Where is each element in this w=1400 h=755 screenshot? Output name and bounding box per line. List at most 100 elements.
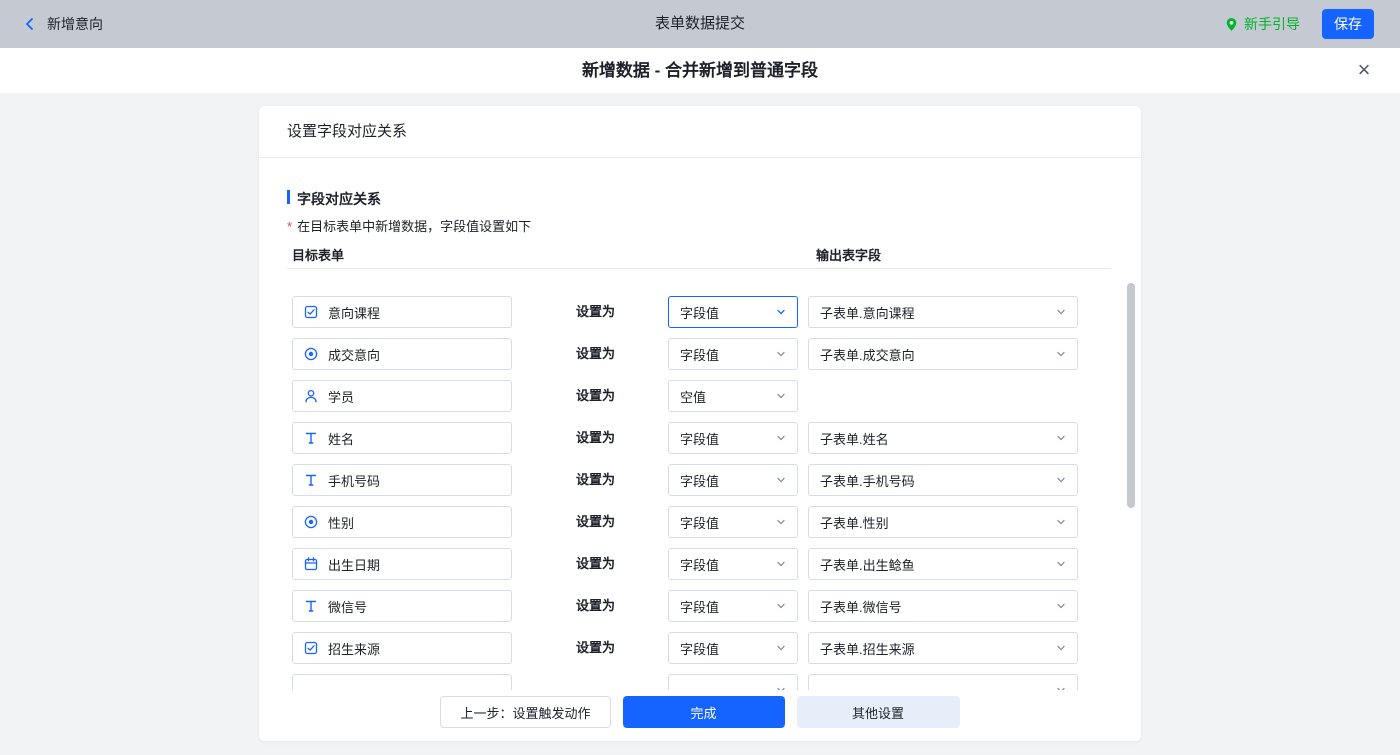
text-icon	[303, 472, 319, 488]
text-icon	[303, 430, 319, 446]
target-field-box: 性别	[292, 506, 512, 538]
value-mode-select[interactable]: 字段值	[668, 590, 798, 622]
field-mapping-row: 出生日期 设置为 字段值 子表单.出生鲶鱼	[259, 548, 1141, 590]
output-field-select[interactable]: 子表单.姓名	[808, 422, 1078, 454]
chevron-down-icon	[776, 433, 786, 443]
value-mode-select[interactable]: 字段值	[668, 296, 798, 328]
field-mapping-row: 招生来源 设置为 字段值 子表单.招生来源	[259, 632, 1141, 674]
value-mode-selected: 字段值	[680, 345, 719, 364]
close-icon[interactable]: ×	[1350, 56, 1378, 84]
value-mode-select[interactable]: 字段值	[668, 506, 798, 538]
chevron-down-icon	[1056, 559, 1066, 569]
field-mapping-row: 微信号 设置为 字段值 子表单.微信号	[259, 590, 1141, 632]
section-title: 字段对应关系	[287, 189, 381, 209]
output-field-select[interactable]: 子表单.出生鲶鱼	[808, 548, 1078, 580]
value-mode-select[interactable]: 字段值	[668, 632, 798, 664]
target-field-label: 性别	[328, 513, 354, 532]
divider	[287, 268, 1111, 269]
field-mapping-row	[259, 674, 1141, 690]
target-field-label: 手机号码	[328, 471, 380, 490]
location-pin-icon	[1224, 17, 1239, 32]
scrollbar-thumb[interactable]	[1127, 283, 1135, 508]
field-mapping-row: 意向课程 设置为 字段值 子表单.意向课程	[259, 296, 1141, 338]
value-mode-select[interactable]	[668, 674, 798, 690]
output-field-selected: 子表单.手机号码	[820, 471, 915, 490]
target-field-box: 姓名	[292, 422, 512, 454]
chevron-down-icon	[1056, 475, 1066, 485]
target-field-box: 招生来源	[292, 632, 512, 664]
chevron-down-icon	[1056, 517, 1066, 527]
value-mode-select[interactable]: 字段值	[668, 464, 798, 496]
output-field-selected: 子表单.招生来源	[820, 639, 915, 658]
value-mode-selected: 字段值	[680, 303, 719, 322]
previous-step-button[interactable]: 上一步：设置触发动作	[440, 696, 610, 728]
chevron-down-icon	[1056, 349, 1066, 359]
value-mode-select[interactable]: 空值	[668, 380, 798, 412]
column-header-target-form: 目标表单	[292, 245, 344, 264]
target-field-box: 出生日期	[292, 548, 512, 580]
target-field-label: 微信号	[328, 597, 367, 616]
output-field-selected: 子表单.微信号	[820, 597, 902, 616]
target-field-box: 学员	[292, 380, 512, 412]
field-mapping-row: 姓名 设置为 字段值 子表单.姓名	[259, 422, 1141, 464]
chevron-down-icon	[1056, 643, 1066, 653]
hint-label: 在目标表单中新增数据，字段值设置如下	[297, 219, 531, 234]
set-as-label: 设置为	[576, 632, 615, 664]
chevron-down-icon	[776, 601, 786, 611]
dialog-title: 新增数据 - 合并新增到普通字段	[0, 48, 1400, 93]
value-mode-select[interactable]: 字段值	[668, 422, 798, 454]
checkbox-icon	[303, 304, 319, 320]
output-field-select[interactable]: 子表单.性别	[808, 506, 1078, 538]
value-mode-selected: 字段值	[680, 513, 719, 532]
set-as-label: 设置为	[576, 380, 615, 412]
dialog-header: 新增数据 - 合并新增到普通字段 ×	[0, 48, 1400, 93]
chevron-down-icon	[776, 643, 786, 653]
value-mode-selected: 字段值	[680, 555, 719, 574]
output-field-select[interactable]: 子表单.意向课程	[808, 296, 1078, 328]
value-mode-selected: 字段值	[680, 471, 719, 490]
target-field-box	[292, 674, 512, 690]
value-mode-selected: 空值	[680, 387, 706, 406]
field-mapping-row: 性别 设置为 字段值 子表单.性别	[259, 506, 1141, 548]
text-icon	[303, 598, 319, 614]
set-as-label: 设置为	[576, 464, 615, 496]
output-field-selected: 子表单.性别	[820, 513, 889, 532]
output-field-selected: 子表单.姓名	[820, 429, 889, 448]
value-mode-select[interactable]: 字段值	[668, 338, 798, 370]
output-field-select[interactable]: 子表单.手机号码	[808, 464, 1078, 496]
calendar-icon	[303, 556, 319, 572]
topbar-actions: 新手引导 保存	[1224, 0, 1374, 48]
beginner-guide-button[interactable]: 新手引导	[1224, 14, 1300, 34]
value-mode-select[interactable]: 字段值	[668, 548, 798, 580]
target-field-box: 微信号	[292, 590, 512, 622]
output-field-select[interactable]: 子表单.成交意向	[808, 338, 1078, 370]
checkbox-icon	[303, 640, 319, 656]
done-button[interactable]: 完成	[623, 696, 785, 728]
output-field-select[interactable]: 子表单.招生来源	[808, 632, 1078, 664]
save-button[interactable]: 保存	[1322, 9, 1374, 39]
card-content: 字段对应关系 *在目标表单中新增数据，字段值设置如下 目标表单 输出表字段 意向…	[259, 158, 1141, 690]
chevron-down-icon	[1056, 307, 1066, 317]
chevron-down-icon	[776, 349, 786, 359]
output-field-select[interactable]: 子表单.微信号	[808, 590, 1078, 622]
chevron-down-icon	[776, 475, 786, 485]
set-as-label: 设置为	[576, 296, 615, 328]
column-header-output-field: 输出表字段	[816, 245, 881, 264]
field-type-icon	[303, 682, 319, 690]
output-field-select[interactable]	[808, 674, 1078, 690]
set-as-label: 设置为	[576, 422, 615, 454]
set-as-label: 设置为	[576, 338, 615, 370]
field-mapping-row: 学员 设置为 空值	[259, 380, 1141, 422]
target-field-label: 意向课程	[328, 303, 380, 322]
rows: 意向课程 设置为 字段值 子表单.意向课程 成交意向 设置为 字段值 子表单.成…	[259, 296, 1141, 690]
target-field-label: 招生来源	[328, 639, 380, 658]
other-settings-button[interactable]: 其他设置	[797, 696, 960, 728]
radio-icon	[303, 346, 319, 362]
page-title: 表单数据提交	[0, 0, 1400, 48]
field-mapping-card: 设置字段对应关系 字段对应关系 *在目标表单中新增数据，字段值设置如下 目标表单…	[259, 106, 1141, 741]
card-footer: 上一步：设置触发动作 完成 其他设置	[259, 690, 1141, 741]
person-icon	[303, 388, 319, 404]
target-field-label: 姓名	[328, 429, 354, 448]
value-mode-selected: 字段值	[680, 639, 719, 658]
chevron-down-icon	[1056, 601, 1066, 611]
